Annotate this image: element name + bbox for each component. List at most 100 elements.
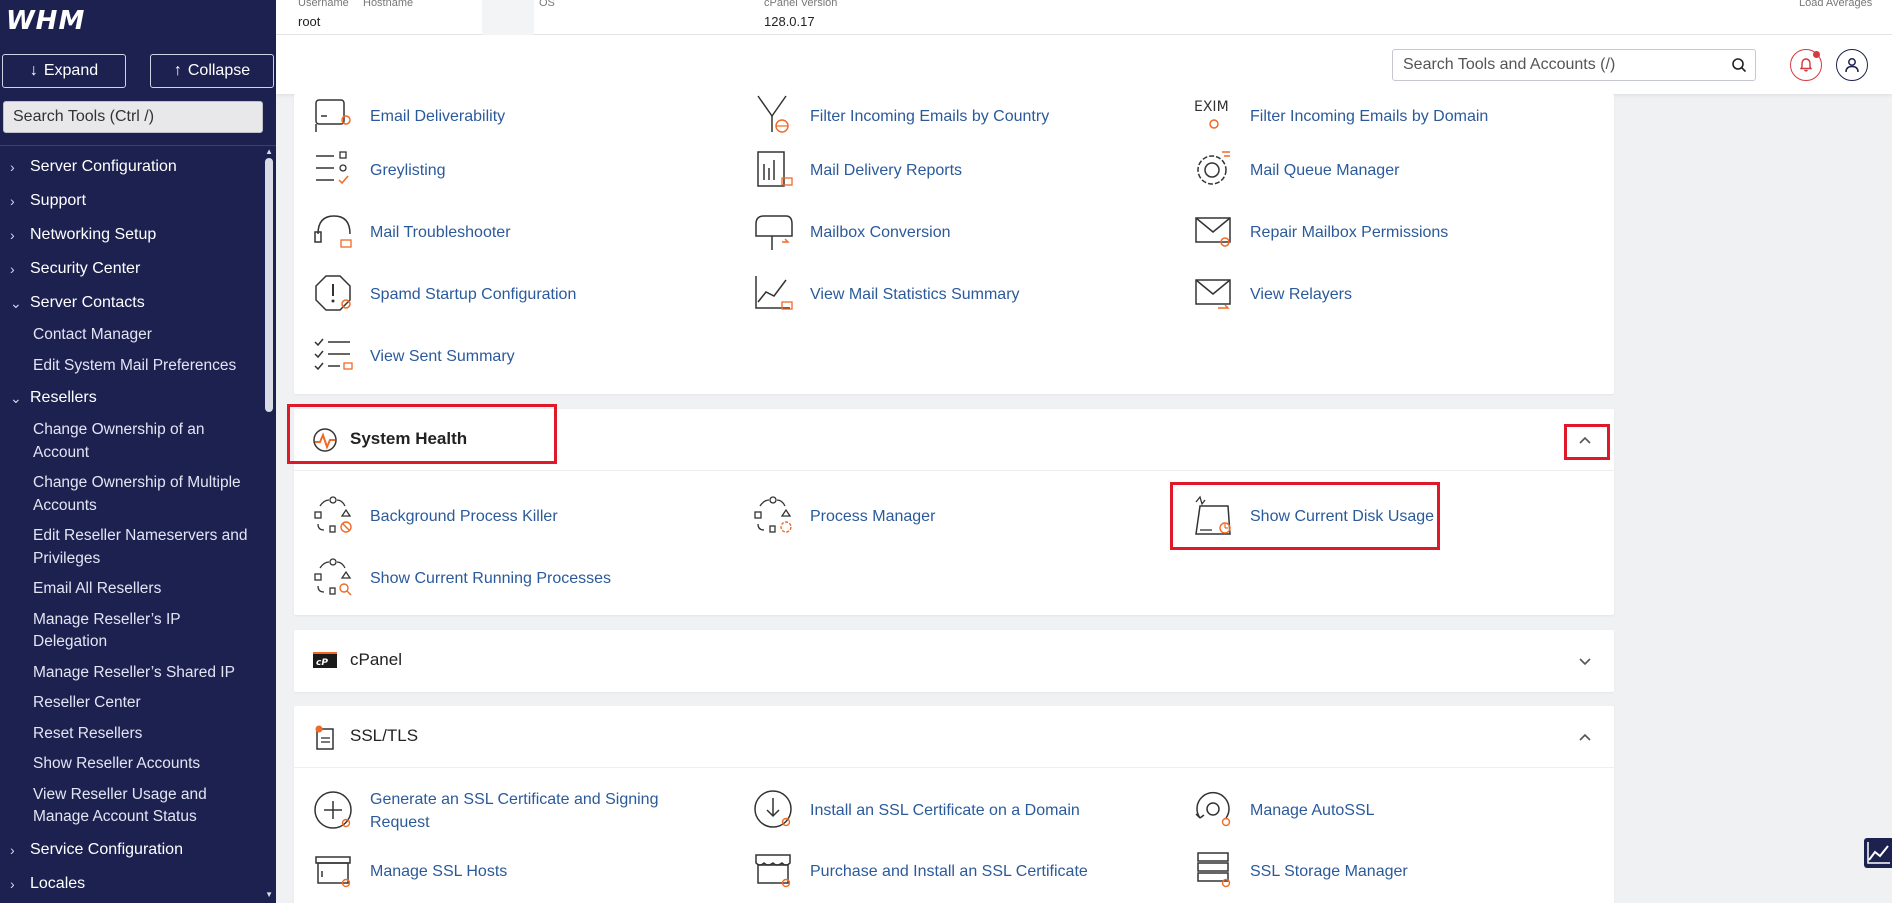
tool-install-ssl-certificate[interactable]: Install an SSL Certificate on a Domain bbox=[752, 788, 1080, 832]
tool-manage-autossl[interactable]: Manage AutoSSL bbox=[1192, 788, 1375, 832]
sidebar-subitem-change-ownership-multiple[interactable]: Change Ownership of Multiple Accounts bbox=[0, 468, 262, 521]
sidebar-subitem-email-all-resellers[interactable]: Email All Resellers bbox=[0, 574, 262, 605]
sidebar-item-server-configuration[interactable]: › Server Configuration bbox=[0, 150, 262, 184]
sidebar-item-locales[interactable]: › Locales bbox=[0, 867, 262, 901]
sidebar-item-resellers[interactable]: ⌄ Resellers bbox=[0, 381, 262, 415]
chevron-up-icon[interactable] bbox=[1576, 728, 1594, 746]
chevron-down-icon: ⌄ bbox=[10, 295, 22, 311]
tool-background-process-killer[interactable]: Background Process Killer bbox=[312, 494, 558, 538]
chevron-down-icon[interactable] bbox=[1576, 652, 1594, 670]
chevron-right-icon: › bbox=[10, 875, 15, 892]
sidebar-subitem-show-reseller-accounts[interactable]: Show Reseller Accounts bbox=[0, 749, 262, 780]
process-killer-icon bbox=[314, 496, 352, 533]
tool-manage-ssl-hosts[interactable]: Manage SSL Hosts bbox=[312, 849, 507, 893]
stats-widget-button[interactable] bbox=[1864, 838, 1892, 868]
cpanel-logo-icon: cP bbox=[313, 652, 337, 668]
chevron-down-icon: ⌄ bbox=[10, 390, 22, 406]
process-manager-icon bbox=[754, 496, 792, 533]
sidebar-subitem-view-reseller-usage[interactable]: View Reseller Usage and Manage Account S… bbox=[0, 780, 262, 833]
trend-chart-icon bbox=[1867, 842, 1890, 864]
sidebar-item-server-contacts[interactable]: ⌄ Server Contacts bbox=[0, 286, 262, 320]
sidebar-item-service-configuration[interactable]: › Service Configuration bbox=[0, 833, 262, 867]
warning-octagon-icon bbox=[315, 275, 351, 311]
sidebar-search-input[interactable]: Search Tools (Ctrl /) bbox=[3, 101, 263, 133]
ssl-tls-panel: SSL/TLS Generate an SSL Certificate and … bbox=[294, 706, 1614, 903]
sidebar-subitem-manage-reseller-ip-delegation[interactable]: Manage Reseller’s IP Delegation bbox=[0, 605, 262, 658]
arrow-up-icon: ↑ bbox=[173, 62, 182, 79]
tool-view-sent-summary[interactable]: View Sent Summary bbox=[312, 334, 515, 378]
delivery-report-icon bbox=[757, 151, 793, 187]
headset-icon bbox=[314, 215, 352, 248]
tool-mail-queue-manager[interactable]: Mail Queue Manager bbox=[1192, 148, 1399, 192]
search-icon[interactable] bbox=[1731, 57, 1747, 73]
sidebar-item-networking-setup[interactable]: › Networking Setup bbox=[0, 218, 262, 252]
tool-view-relayers[interactable]: View Relayers bbox=[1192, 272, 1352, 316]
tool-process-manager[interactable]: Process Manager bbox=[752, 494, 935, 538]
sidebar-subitem-manage-reseller-shared-ip[interactable]: Manage Reseller’s Shared IP bbox=[0, 658, 262, 689]
tool-filter-emails-by-domain[interactable]: EXIM Filter Incoming Emails by Domain bbox=[1192, 94, 1488, 138]
tool-mail-delivery-reports[interactable]: Mail Delivery Reports bbox=[752, 148, 962, 192]
line-chart-icon bbox=[755, 276, 793, 310]
tool-greylisting[interactable]: Greylisting bbox=[312, 148, 446, 192]
shop-icon bbox=[755, 854, 791, 888]
user-icon bbox=[1845, 58, 1859, 73]
sidebar-item-support[interactable]: › Support bbox=[0, 184, 262, 218]
sidebar-item-security-center[interactable]: › Security Center bbox=[0, 252, 262, 286]
sidebar-subitem-change-ownership-account[interactable]: Change Ownership of an Account bbox=[0, 415, 262, 468]
expand-button[interactable]: ↓ Expand bbox=[2, 54, 126, 88]
cpanel-version-label: cPanel Version bbox=[764, 0, 838, 9]
tool-mailbox-conversion[interactable]: Mailbox Conversion bbox=[752, 210, 951, 254]
collapse-button[interactable]: ↑ Collapse bbox=[150, 54, 274, 88]
sidebar-subitem-reseller-center[interactable]: Reseller Center bbox=[0, 688, 262, 719]
running-processes-icon bbox=[314, 558, 352, 596]
cpanel-panel: cP cPanel bbox=[294, 630, 1614, 692]
tool-ssl-storage-manager[interactable]: SSL Storage Manager bbox=[1192, 849, 1408, 893]
envelope-repair-icon bbox=[1195, 217, 1231, 247]
server-info-bar: Username root Hostname OS cPanel Version… bbox=[276, 0, 1892, 36]
sidebar-subitem-edit-reseller-nameservers[interactable]: Edit Reseller Nameservers and Privileges bbox=[0, 521, 262, 574]
global-search-input[interactable]: Search Tools and Accounts (/) bbox=[1392, 49, 1756, 81]
tool-generate-ssl-certificate[interactable]: Generate an SSL Certificate and Signing … bbox=[312, 788, 692, 834]
tool-repair-mailbox-permissions[interactable]: Repair Mailbox Permissions bbox=[1192, 210, 1448, 254]
svg-text:EXIM: EXIM bbox=[1194, 99, 1229, 115]
arrow-down-icon: ↓ bbox=[29, 62, 38, 79]
tool-filter-emails-by-country[interactable]: Filter Incoming Emails by Country bbox=[752, 94, 1049, 138]
download-circle-icon bbox=[754, 790, 792, 828]
username-value: root bbox=[298, 14, 321, 29]
svg-text:cP: cP bbox=[316, 658, 328, 668]
cpanel-header[interactable]: cP cPanel bbox=[294, 630, 1614, 692]
cpanel-version-value: 128.0.17 bbox=[764, 14, 815, 29]
tool-view-mail-statistics-summary[interactable]: View Mail Statistics Summary bbox=[752, 272, 1020, 316]
filter-globe-icon bbox=[757, 95, 789, 133]
server-store-icon bbox=[315, 856, 351, 888]
highlight-system-health-title bbox=[287, 404, 557, 464]
hostname-label: Hostname bbox=[363, 0, 414, 9]
exim-icon: EXIM bbox=[1194, 99, 1229, 129]
add-circle-icon bbox=[314, 791, 352, 829]
chevron-right-icon: › bbox=[10, 159, 15, 175]
whm-logo[interactable]: WHM bbox=[6, 6, 85, 36]
tool-show-current-running-processes[interactable]: Show Current Running Processes bbox=[312, 556, 611, 600]
info-gap bbox=[482, 0, 534, 36]
sidebar-subitem-reset-resellers[interactable]: Reset Resellers bbox=[0, 719, 262, 750]
sidebar-scrollbar-thumb[interactable] bbox=[265, 158, 273, 412]
tool-purchase-install-ssl[interactable]: Purchase and Install an SSL Certificate bbox=[752, 849, 1088, 893]
tool-spamd-startup-configuration[interactable]: Spamd Startup Configuration bbox=[312, 272, 576, 316]
sidebar-subitem-edit-system-mail-preferences[interactable]: Edit System Mail Preferences bbox=[0, 351, 262, 382]
ssl-tls-header[interactable]: SSL/TLS bbox=[294, 706, 1614, 768]
notifications-button[interactable] bbox=[1790, 49, 1822, 81]
chevron-right-icon: › bbox=[10, 261, 15, 277]
envelope-arrow-icon bbox=[1195, 279, 1231, 309]
sidebar-button-row: ↓ Expand ↑ Collapse bbox=[2, 54, 274, 88]
sidebar-divider bbox=[0, 145, 276, 146]
auto-gear-icon bbox=[1195, 791, 1231, 827]
tool-mail-troubleshooter[interactable]: Mail Troubleshooter bbox=[312, 210, 511, 254]
scroll-down-arrow-icon[interactable]: ▼ bbox=[265, 890, 273, 899]
bell-icon bbox=[1799, 58, 1813, 72]
sidebar-subitem-contact-manager[interactable]: Contact Manager bbox=[0, 320, 262, 351]
scroll-up-arrow-icon[interactable]: ▲ bbox=[265, 147, 273, 156]
tool-email-deliverability[interactable]: Email Deliverability bbox=[312, 94, 505, 138]
email-deliverability-icon bbox=[315, 99, 351, 132]
user-menu-button[interactable] bbox=[1836, 49, 1868, 81]
gear-icon bbox=[1197, 151, 1230, 185]
